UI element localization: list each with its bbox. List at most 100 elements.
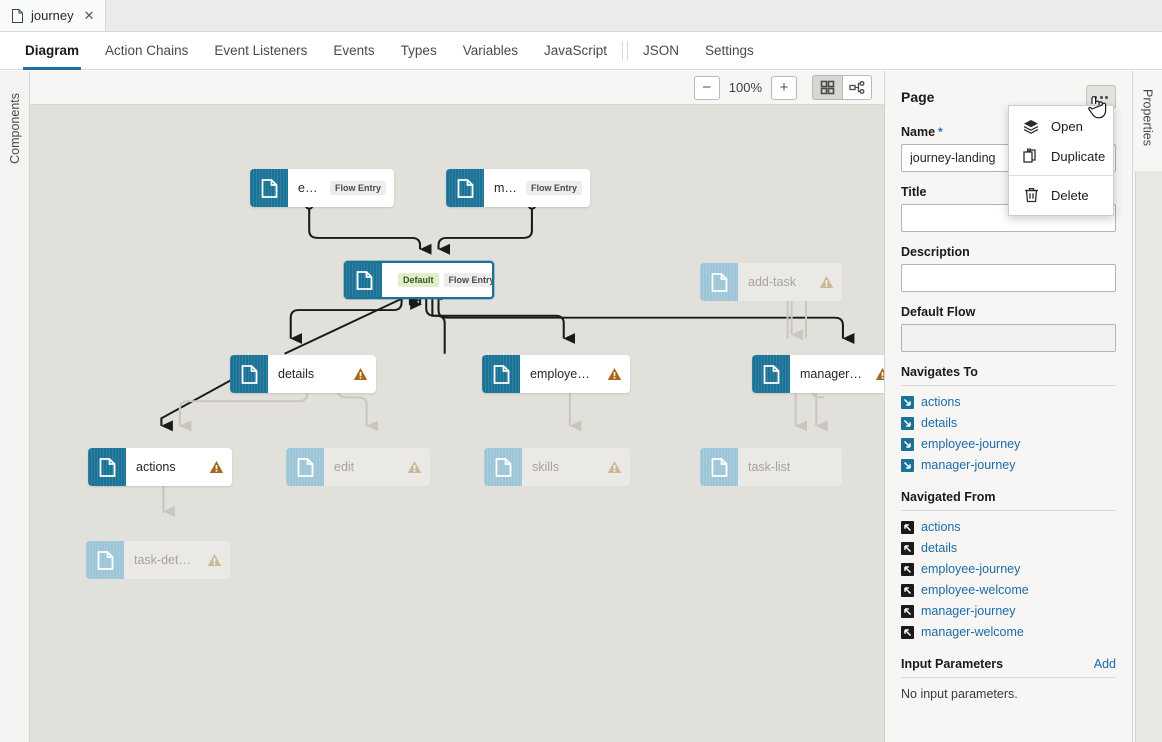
warning-icon	[869, 367, 884, 381]
diagram-node-journey-landing[interactable]: journey-landingDefaultFlow Entry	[344, 261, 494, 299]
node-body: journey-landingDefaultFlow Entry	[382, 263, 492, 297]
duplicate-icon	[1023, 148, 1039, 164]
link-label[interactable]: details	[921, 416, 957, 430]
description-label: Description	[901, 245, 1116, 259]
diagram-node-employee-welcome[interactable]: employee-welc…Flow Entry	[250, 169, 394, 207]
diagram-node-manager-journey[interactable]: manager-journey	[752, 355, 884, 393]
list-item[interactable]: details	[901, 541, 1116, 555]
components-rail[interactable]: Components	[0, 71, 30, 742]
tab-settings[interactable]: Settings	[692, 32, 767, 69]
list-item[interactable]: manager-journey	[901, 604, 1116, 618]
arrow-down-right-icon	[901, 396, 914, 409]
tab-event-listeners[interactable]: Event Listeners	[201, 32, 320, 69]
tab-types[interactable]: Types	[388, 32, 450, 69]
node-body: employee-journey	[520, 355, 630, 393]
close-icon[interactable]: ✕	[84, 9, 95, 22]
description-input[interactable]	[901, 264, 1116, 292]
menu-item-open[interactable]: Open	[1009, 111, 1113, 141]
tree-layout-icon[interactable]	[842, 75, 872, 100]
node-label: task-details	[134, 553, 195, 567]
link-label[interactable]: employee-journey	[921, 562, 1020, 576]
link-label[interactable]: details	[921, 541, 957, 555]
node-body: add-task	[738, 263, 842, 301]
diagram-node-actions[interactable]: actions	[88, 448, 232, 486]
node-label: skills	[532, 460, 559, 474]
diagram-node-add-task[interactable]: add-task	[700, 263, 842, 301]
diagram-canvas[interactable]: employee-welc…Flow Entry manager-welco… Fl…	[30, 105, 884, 742]
diagram-node-details[interactable]: details	[230, 355, 376, 393]
list-item[interactable]: actions	[901, 520, 1116, 534]
input-parameters-empty-text: No input parameters.	[901, 687, 1116, 701]
menu-item-duplicate[interactable]: Duplicate	[1009, 141, 1113, 171]
components-rail-label: Components	[8, 93, 22, 164]
tab-variables[interactable]: Variables	[450, 32, 531, 69]
tab-javascript[interactable]: JavaScript	[531, 32, 620, 69]
node-badges: Flow Entry	[330, 181, 386, 195]
default-flow-input[interactable]	[901, 324, 1116, 352]
node-label: add-task	[748, 275, 796, 289]
list-item[interactable]: manager-welcome	[901, 625, 1116, 639]
node-body: employee-welc…Flow Entry	[288, 169, 394, 207]
page-icon	[88, 448, 126, 486]
grid-layout-icon[interactable]	[812, 75, 842, 100]
diagram-node-task-list[interactable]: task-list	[700, 448, 842, 486]
list-item[interactable]: actions	[901, 395, 1116, 409]
list-item[interactable]: manager-journey	[901, 458, 1116, 472]
tab-events[interactable]: Events	[320, 32, 387, 69]
link-label[interactable]: manager-journey	[921, 604, 1016, 618]
page-title: Page	[901, 89, 934, 105]
diagram-node-skills[interactable]: skills	[484, 448, 630, 486]
node-body: task-details	[124, 541, 230, 579]
link-label[interactable]: employee-welcome	[921, 583, 1029, 597]
navigates-to-section: Navigates To actionsdetailsemployee-jour…	[901, 365, 1116, 472]
page-icon	[700, 448, 738, 486]
arrow-up-left-icon	[901, 584, 914, 597]
menu-separator	[1009, 175, 1113, 176]
description-field-group: Description	[901, 245, 1116, 292]
zoom-out-button[interactable]: −	[694, 76, 720, 100]
arrow-up-left-icon	[901, 563, 914, 576]
add-input-parameter-link[interactable]: Add	[1094, 657, 1116, 671]
tab-diagram[interactable]: Diagram	[12, 32, 92, 69]
link-label[interactable]: actions	[921, 395, 961, 409]
node-label: edit	[334, 460, 354, 474]
tab-json[interactable]: JSON	[630, 32, 692, 69]
default-flow-label: Default Flow	[901, 305, 1116, 319]
node-label: manager-welco…	[494, 181, 520, 195]
list-item[interactable]: employee-journey	[901, 562, 1116, 576]
editor-nav-tabs: DiagramAction ChainsEvent ListenersEvent…	[0, 32, 1162, 70]
link-label[interactable]: actions	[921, 520, 961, 534]
nav-separator	[622, 41, 623, 60]
page-icon	[484, 448, 522, 486]
link-label[interactable]: manager-welcome	[921, 625, 1024, 639]
link-label[interactable]: manager-journey	[921, 458, 1016, 472]
diagram-node-edit[interactable]: edit	[286, 448, 430, 486]
navigated-from-list: actions details employee-journey employee-w…	[901, 520, 1116, 639]
diagram-node-employee-journey[interactable]: employee-journey	[482, 355, 630, 393]
navigated-from-label: Navigated From	[901, 490, 1116, 511]
arrow-up-left-icon	[901, 605, 914, 618]
list-item[interactable]: details	[901, 416, 1116, 430]
list-item[interactable]: employee-welcome	[901, 583, 1116, 597]
badge-flow-entry: Flow Entry	[444, 273, 494, 287]
tab-action-chains[interactable]: Action Chains	[92, 32, 201, 69]
list-item[interactable]: employee-journey	[901, 437, 1116, 451]
navigated-from-section: Navigated From actions details employee-jo…	[901, 490, 1116, 639]
menu-item-label: Delete	[1051, 188, 1089, 203]
badge-default: Default	[398, 273, 439, 287]
file-tab-journey[interactable]: journey ✕	[0, 0, 106, 31]
diagram-node-manager-welcome[interactable]: manager-welco… Flow Entry	[446, 169, 590, 207]
badge-flow-entry: Flow Entry	[526, 181, 582, 195]
input-parameters-section: Input Parameters Add No input parameters…	[901, 657, 1116, 701]
diagram-node-task-details[interactable]: task-details	[86, 541, 230, 579]
node-label: details	[278, 367, 314, 381]
properties-rail-label: Properties	[1141, 89, 1155, 146]
node-badges: Flow Entry	[526, 181, 582, 195]
required-asterisk: *	[938, 126, 943, 138]
link-label[interactable]: employee-journey	[921, 437, 1020, 451]
zoom-in-button[interactable]: +	[771, 76, 797, 100]
kebab-dot	[1105, 96, 1108, 99]
properties-rail[interactable]: Properties	[1132, 71, 1162, 742]
menu-item-delete[interactable]: Delete	[1009, 180, 1113, 210]
warning-icon	[203, 460, 224, 474]
